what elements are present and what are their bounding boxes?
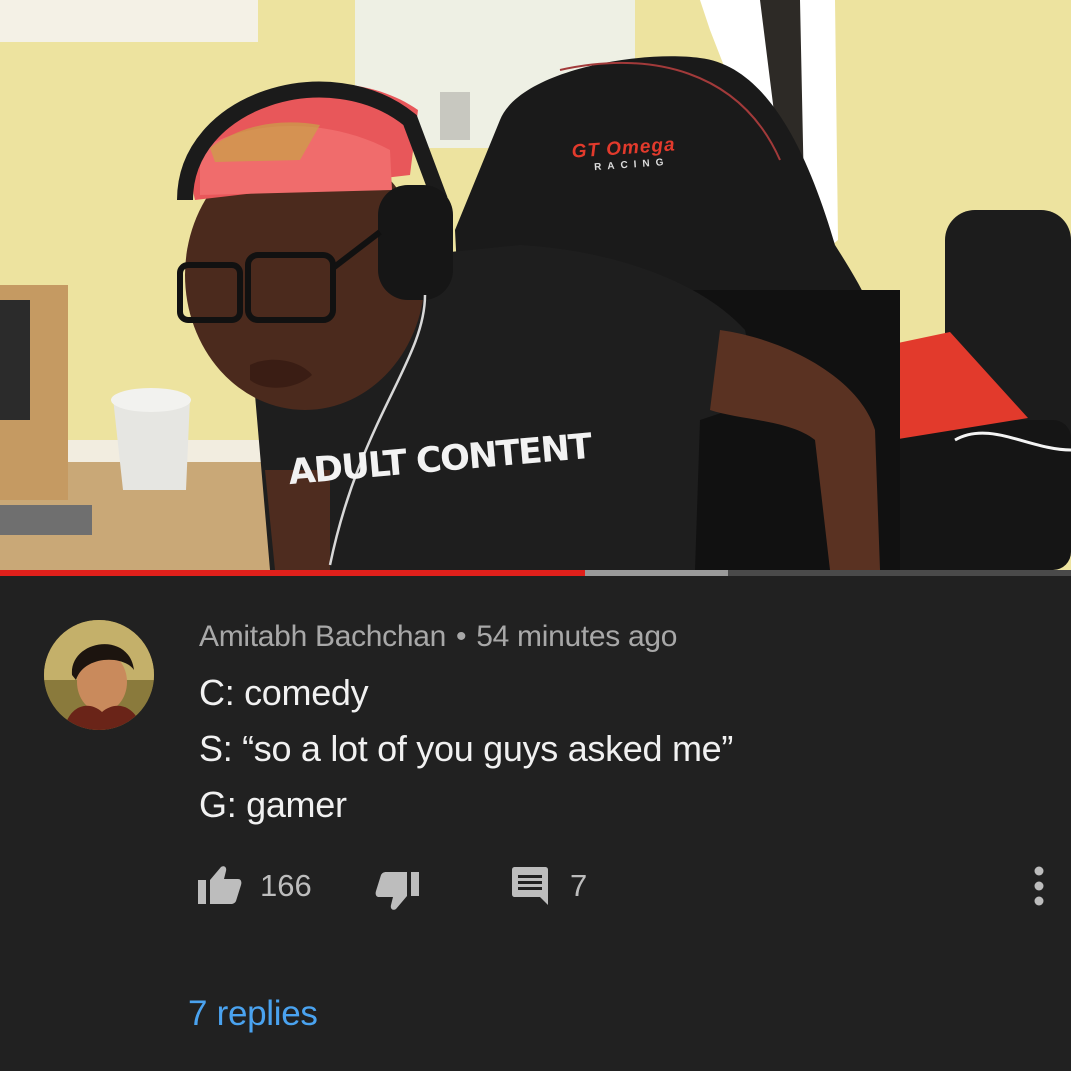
comment-item: Amitabh Bachchan • 54 minutes ago C: comed… bbox=[0, 576, 1071, 1071]
comment-text-line: S: “so a lot of you guys asked me” bbox=[199, 728, 734, 769]
like-count: 166 bbox=[260, 868, 312, 903]
meta-separator: • bbox=[456, 620, 467, 653]
more-vert-icon bbox=[1034, 866, 1044, 906]
video-scene bbox=[0, 0, 1071, 570]
view-replies-link[interactable]: 7 replies bbox=[188, 994, 318, 1034]
comment-text-line: C: comedy bbox=[199, 672, 369, 713]
comment-header: Amitabh Bachchan • 54 minutes ago bbox=[199, 620, 677, 654]
comment-timestamp[interactable]: 54 minutes ago bbox=[476, 620, 677, 653]
author-name[interactable]: Amitabh Bachchan bbox=[199, 620, 446, 653]
thumb-down-icon bbox=[375, 872, 419, 910]
comment-icon bbox=[512, 867, 548, 905]
like-button[interactable]: 166 bbox=[198, 866, 312, 906]
more-options-button[interactable] bbox=[1033, 866, 1045, 906]
reply-button[interactable]: 7 bbox=[510, 866, 587, 906]
video-frame[interactable]: GT Omega RACING ADULT CONTENT bbox=[0, 0, 1071, 570]
comment-actions: 166 7 bbox=[0, 866, 1071, 916]
reply-count: 7 bbox=[570, 868, 588, 903]
comment-text-line: G: gamer bbox=[199, 784, 347, 825]
avatar-image bbox=[44, 620, 154, 730]
avatar[interactable] bbox=[44, 620, 154, 730]
dislike-button[interactable] bbox=[375, 870, 419, 910]
thumb-up-icon bbox=[198, 866, 242, 904]
